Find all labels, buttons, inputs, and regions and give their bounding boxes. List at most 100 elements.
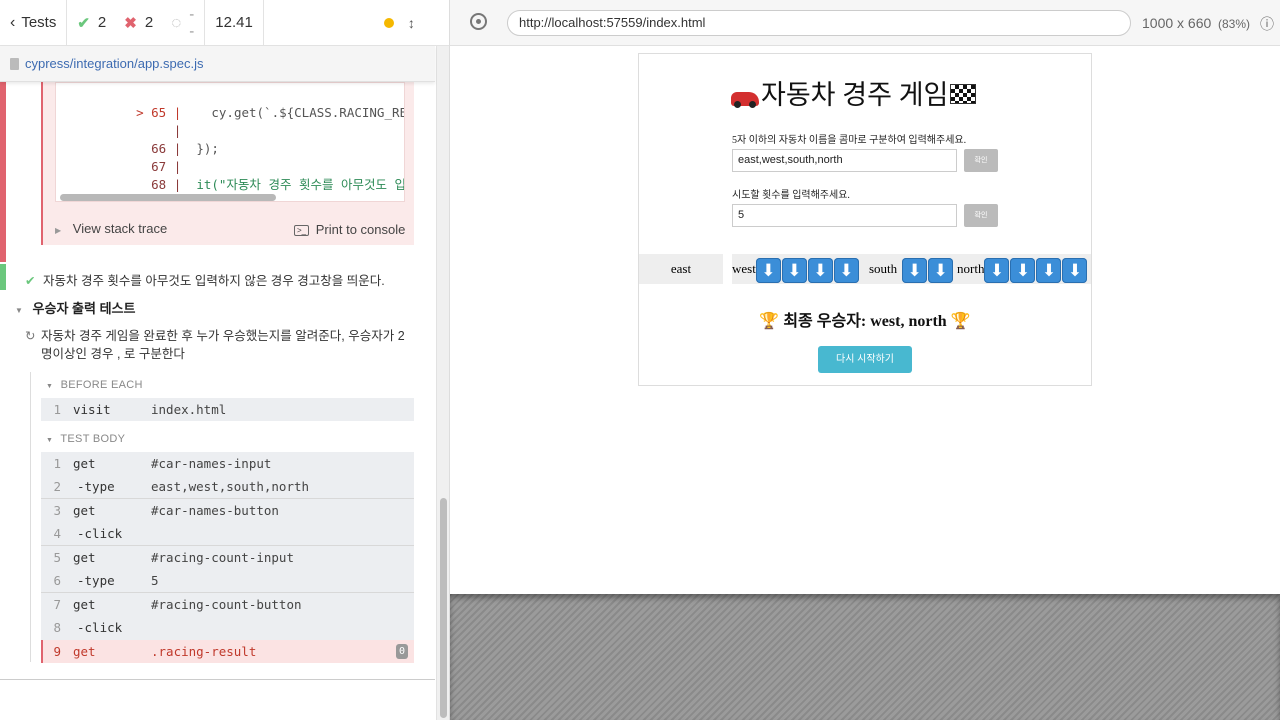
viewport-size: 1000 x 660 <box>1142 15 1212 31</box>
command-number: 8 <box>53 620 61 635</box>
car-names-button[interactable]: 확인 <box>964 149 998 172</box>
back-to-tests-button[interactable]: ‹ Tests <box>0 0 68 45</box>
element-count-badge: 0 <box>395 644 408 659</box>
command-message: #racing-count-input <box>151 550 294 565</box>
running-test[interactable]: ↻ 자동차 경주 게임을 완료한 후 누가 우승했는지를 알려준다, 우승자가 … <box>25 327 415 363</box>
command-number: 3 <box>53 503 61 518</box>
car-names-label: 5자 이하의 자동차 이름을 콤마로 구분하여 입력해주세요. <box>732 135 967 146</box>
command-name: -click <box>77 620 123 635</box>
command-name: get <box>73 503 96 518</box>
info-icon[interactable]: ⓘ <box>1260 14 1274 34</box>
code-horizontal-scrollbar[interactable] <box>60 194 276 201</box>
suite-header[interactable]: ▼ 우승자 출력 테스트 <box>15 298 135 317</box>
command-message: index.html <box>151 402 227 417</box>
triangle-down-icon: ▼ <box>15 306 23 315</box>
arrow-down-icon: ⬇ <box>807 257 833 283</box>
car-name: south <box>869 261 898 276</box>
pending-icon: ◌ <box>171 12 182 32</box>
app-title-text: 자동차 경주 게임 <box>761 79 949 110</box>
winner-text: 최종 우승자: west, north <box>783 313 947 330</box>
code-text: it("자동차 경주 횟수를 아무것도 입력하지 않은 <box>196 177 405 192</box>
race-track: east west ⬇ ⬇ ⬇ ⬇ south ⬇ ⬇ north ⬇ ⬇ ⬇ ⬇ <box>639 254 1091 284</box>
command-message: .racing-result <box>151 644 257 659</box>
arrow-down-icon: ⬇ <box>902 257 928 283</box>
command-row[interactable]: 2 -type east,west,south,north <box>41 475 414 498</box>
triangle-down-icon: ▼ <box>46 383 54 390</box>
reporter-scrollbar[interactable] <box>436 46 449 720</box>
print-to-console-button[interactable]: >_ Print to console <box>294 222 405 237</box>
command-row[interactable]: 8 -click <box>41 616 414 639</box>
racing-count-input[interactable]: 5 <box>732 204 957 227</box>
suite-title: 우승자 출력 테스트 <box>32 301 136 316</box>
before-each-label: BEFORE EACH <box>60 379 143 391</box>
winner-banner: 🏆 최종 우승자: west, north 🏆 <box>638 307 1092 331</box>
arrow-down-icon: ⬇ <box>1036 257 1062 283</box>
test-body-label: TEST BODY <box>60 433 126 445</box>
code-line-67: 67 | <box>56 140 181 174</box>
trophy-icon: 🏆 <box>950 313 971 330</box>
restart-button[interactable]: 다시 시작하기 <box>818 346 912 373</box>
failed-test-strip <box>0 82 6 262</box>
arrow-down-icon: ⬇ <box>833 257 859 283</box>
arrow-down-icon: ⬇ <box>984 257 1010 283</box>
command-message: #car-names-button <box>151 503 279 518</box>
command-row[interactable]: 1 visit index.html <box>41 398 414 421</box>
before-each-header[interactable]: ▼ BEFORE EACH <box>46 379 143 391</box>
app-title: 자동차 경주 게임 <box>731 74 977 110</box>
code-text: cy.get(`.${CLASS.RACING_RESULT}`) <box>211 105 404 120</box>
scrollbar-thumb[interactable] <box>440 498 447 718</box>
stack-trace-label: View stack trace <box>72 221 168 236</box>
print-label: Print to console <box>315 222 406 237</box>
autoscroll-toggle-icon[interactable]: ↕ <box>408 15 415 31</box>
command-number: 2 <box>53 479 61 494</box>
view-stack-trace-button[interactable]: ▶ View stack trace <box>55 221 167 236</box>
test-body-commands: 1 get #car-names-input 2 -type east,west… <box>41 452 414 640</box>
command-row[interactable]: 5 get #racing-count-input <box>41 546 414 569</box>
triangle-down-icon: ▼ <box>46 437 54 444</box>
refresh-icon: ↻ <box>25 329 36 343</box>
command-name: get <box>73 597 96 612</box>
code-text: }); <box>181 141 219 156</box>
command-row[interactable]: 3 get #car-names-button <box>41 499 414 522</box>
racing-count-button[interactable]: 확인 <box>964 204 998 227</box>
passed-count: 2 <box>97 14 107 31</box>
command-row[interactable]: 7 get #racing-count-button <box>41 593 414 616</box>
command-row[interactable]: 6 -type 5 <box>41 569 414 592</box>
triangle-right-icon: ▶ <box>55 226 62 235</box>
file-icon <box>10 57 19 70</box>
arrow-down-icon: ⬇ <box>755 257 781 283</box>
command-number: 7 <box>53 597 61 612</box>
spec-path-link[interactable]: cypress/integration/app.spec.js <box>25 56 203 71</box>
command-name: visit <box>73 402 111 417</box>
command-number: 9 <box>53 644 61 659</box>
arrow-down-icon: ⬇ <box>1010 257 1036 283</box>
racing-count-label: 시도할 횟수를 입력해주세요. <box>732 190 850 201</box>
passed-test-strip <box>0 264 6 290</box>
test-reporter: ‹ Tests ✔ 2 ✖ 2 ◌ -- 12.41 ↕ cypress/int… <box>0 0 450 720</box>
test-body-header[interactable]: ▼ TEST BODY <box>46 433 125 445</box>
passed-test[interactable]: ✔ 자동차 경주 횟수를 아무것도 입력하지 않은 경우 경고창을 띄운다. <box>25 270 385 289</box>
car-south: south ⬇ ⬇ <box>867 254 957 284</box>
command-name: get <box>73 456 96 471</box>
command-message: east,west,south,north <box>151 479 310 494</box>
car-name: east <box>670 261 692 276</box>
car-names-input[interactable]: east,west,south,north <box>732 149 957 172</box>
results-counts: ✔ 2 ✖ 2 ◌ -- <box>67 0 206 45</box>
arrow-down-icon: ⬇ <box>1062 257 1088 283</box>
command-number: 6 <box>53 573 61 588</box>
line-number: 68 | <box>151 177 182 192</box>
racing-app: 자동차 경주 게임 5자 이하의 자동차 이름을 콤마로 구분하여 입력해주세요… <box>638 53 1092 386</box>
command-row[interactable]: 1 get #car-names-input <box>41 452 414 475</box>
command-number: 4 <box>53 526 61 541</box>
code-line-65: > 65 | cy.get(`.${CLASS.RACING_RESULT}`) <box>56 86 404 120</box>
viewport-backdrop <box>450 594 1280 720</box>
command-message: #racing-count-button <box>151 597 302 612</box>
crosshair-dot <box>476 19 481 24</box>
command-name: -type <box>77 479 115 494</box>
aut-header: http://localhost:57559/index.html 1000 x… <box>450 0 1280 46</box>
url-field[interactable]: http://localhost:57559/index.html <box>507 10 1131 36</box>
command-row[interactable]: 4 -click <box>41 522 414 545</box>
failed-command-row[interactable]: 9 get .racing-result 0 <box>41 640 414 663</box>
failed-count: 2 <box>144 14 154 31</box>
code-line-66: 66 | }); <box>56 122 219 156</box>
